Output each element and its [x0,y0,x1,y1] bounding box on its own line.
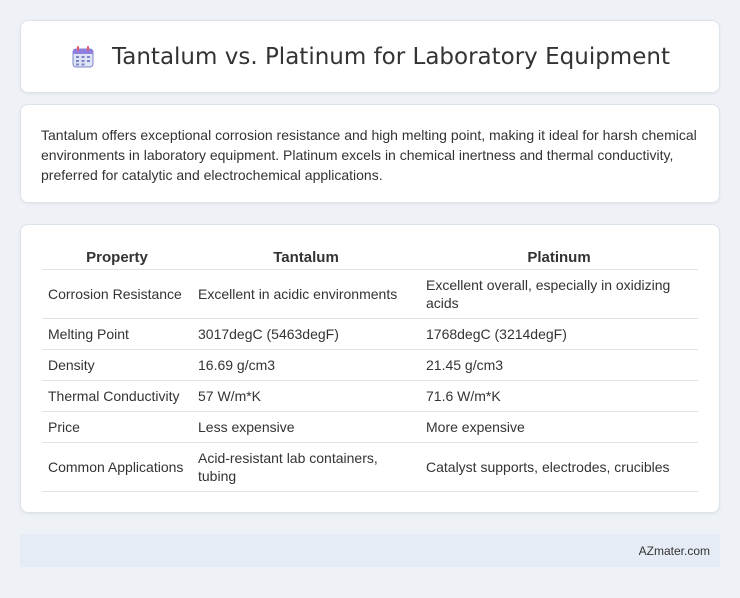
footer: AZmater.com [20,534,720,567]
table-row: Thermal Conductivity 57 W/m*K 71.6 W/m*K [42,380,698,412]
table-row: Density 16.69 g/cm3 21.45 g/cm3 [42,349,698,381]
property-cell: Density [42,349,192,381]
property-cell: Corrosion Resistance [42,269,192,319]
platinum-cell: 21.45 g/cm3 [420,349,698,381]
platinum-cell: Excellent overall, especially in oxidizi… [420,269,698,319]
column-header-platinum: Platinum [527,249,591,266]
column-header-property: Property [86,249,148,266]
platinum-cell: 1768degC (3214degF) [420,318,698,350]
tantalum-cell: 16.69 g/cm3 [192,349,420,381]
platinum-cell: Catalyst supports, electrodes, crucibles [420,442,698,492]
table-header-row: Property Tantalum Platinum [42,243,698,270]
table-row: Corrosion Resistance Excellent in acidic… [42,269,698,319]
tantalum-cell: 57 W/m*K [192,380,420,412]
tantalum-cell: Acid-resistant lab containers, tubing [192,442,420,492]
table-row: Price Less expensive More expensive [42,411,698,443]
comparison-table-card: Property Tantalum Platinum Corrosion Res… [20,224,720,513]
page-title: Tantalum vs. Platinum for Laboratory Equ… [70,44,670,70]
tantalum-cell: Less expensive [192,411,420,443]
platinum-cell: More expensive [420,411,698,443]
property-cell: Price [42,411,192,443]
page-title-text: Tantalum vs. Platinum for Laboratory Equ… [112,43,670,70]
column-header-tantalum: Tantalum [273,249,339,266]
tantalum-cell: Excellent in acidic environments [192,269,420,319]
property-cell: Common Applications [42,442,192,492]
tantalum-cell: 3017degC (5463degF) [192,318,420,350]
summary-text: Tantalum offers exceptional corrosion re… [41,127,697,183]
property-cell: Melting Point [42,318,192,350]
footer-brand[interactable]: AZmater.com [639,544,710,558]
table-row: Melting Point 3017degC (5463degF) 1768de… [42,318,698,350]
calendar-icon [72,45,94,67]
title-card: Tantalum vs. Platinum for Laboratory Equ… [20,20,720,93]
table-row: Common Applications Acid-resistant lab c… [42,442,698,492]
platinum-cell: 71.6 W/m*K [420,380,698,412]
summary-card: Tantalum offers exceptional corrosion re… [20,104,720,203]
comparison-table: Property Tantalum Platinum Corrosion Res… [42,243,698,492]
property-cell: Thermal Conductivity [42,380,192,412]
